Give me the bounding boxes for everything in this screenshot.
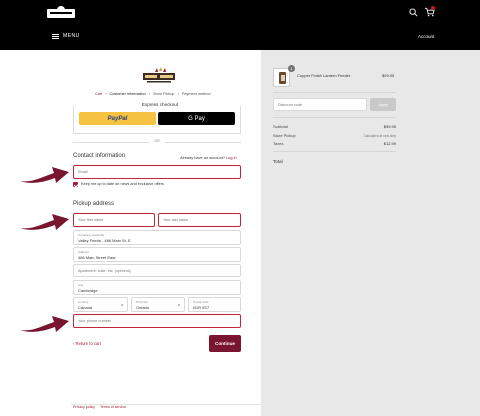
breadcrumb-payment-method: Payment method	[181, 92, 211, 96]
apartment-placeholder: Apartment, suite, etc. (optional)	[78, 268, 131, 273]
arrow-pointer-icon	[20, 316, 69, 332]
hamburger-icon	[52, 33, 59, 39]
province-value: Ontario	[136, 305, 150, 310]
apartment-field[interactable]: Apartment, suite, etc. (optional)	[73, 264, 241, 277]
pickup-address-title: Pickup address	[73, 201, 115, 207]
product-thumbnail	[273, 68, 290, 87]
menu-label: MENU	[63, 33, 80, 39]
arrow-pointer-icon	[20, 167, 69, 183]
subtotal-label: Subtotal	[273, 124, 288, 129]
company-value: Valley Feeds - 486 Main St. E	[78, 238, 131, 243]
product-quantity-badge: 1	[288, 65, 295, 72]
divider	[273, 151, 396, 152]
chevron-down-icon: ▾	[120, 302, 123, 307]
breadcrumb-separator: ›	[177, 92, 179, 96]
postal-code-value: N1R 5S7	[193, 305, 210, 310]
total-label: Total	[273, 159, 283, 164]
taxes-value: $12.99	[383, 141, 396, 146]
contact-information-title: Contact information	[73, 153, 126, 159]
postal-code-label: Postal code	[193, 300, 209, 304]
discount-code-field[interactable]: Discount code	[273, 98, 367, 111]
email-field[interactable]: Email	[73, 165, 241, 179]
address-field[interactable]: Address 486 Main Street East	[73, 247, 241, 262]
taxes-label: Taxes	[273, 141, 284, 146]
first-name-field[interactable]: Your first name	[73, 213, 155, 227]
last-name-placeholder: Your last name	[163, 218, 189, 222]
last-name-field[interactable]: Your last name	[158, 213, 241, 227]
arrow-pointer-icon	[20, 214, 69, 230]
phone-field[interactable]: Your phone number	[73, 314, 241, 328]
store-pickup-value: Calculated at next step	[363, 134, 396, 138]
continue-button[interactable]: Continue	[209, 335, 241, 352]
cart-count-badge	[431, 6, 435, 10]
search-icon[interactable]	[409, 8, 418, 17]
breadcrumb: Cart › Customer information › Store Pick…	[95, 92, 211, 96]
address-label: Address	[78, 250, 90, 254]
phone-placeholder: Your phone number	[78, 319, 112, 323]
terms-of-service-link[interactable]: Terms of service	[100, 405, 126, 409]
product-name: Copper Finish Lantern Feeder	[297, 73, 351, 78]
first-name-placeholder: Your first name	[78, 218, 104, 222]
menu-button[interactable]: MENU	[52, 33, 80, 39]
company-field[interactable]: Company (optional) Valley Feeds - 486 Ma…	[73, 230, 241, 245]
newsletter-label: Keep me up to date on news and exclusive…	[81, 182, 164, 186]
breadcrumb-cart[interactable]: Cart	[95, 92, 102, 96]
city-value: Cambridge	[78, 288, 98, 293]
paypal-button[interactable]: PayPal	[79, 112, 156, 125]
country-label: Country	[78, 300, 89, 304]
company-label: Company (optional)	[78, 233, 105, 237]
province-label: Province	[136, 300, 148, 304]
breadcrumb-separator: ›	[148, 92, 151, 96]
store-pickup-label: Store Pickup	[273, 133, 296, 138]
divider	[273, 117, 396, 118]
newsletter-checkbox[interactable]	[73, 182, 78, 187]
signin-prompt: Already have an account? Log in	[180, 155, 237, 160]
breadcrumb-store-pickup: Store Pickup	[153, 92, 175, 96]
city-label: City	[78, 283, 84, 287]
country-select[interactable]: Country Canada ▾	[73, 297, 128, 312]
address-value: 486 Main Street East	[78, 255, 116, 260]
brand-logo	[143, 67, 175, 83]
login-link[interactable]: Log in	[226, 155, 237, 160]
product-price: $99.95	[382, 73, 395, 78]
account-link[interactable]: Account	[418, 34, 434, 39]
store-logo[interactable]	[47, 6, 75, 18]
city-field[interactable]: City Cambridge	[73, 280, 241, 295]
country-value: Canada	[78, 305, 93, 310]
breadcrumb-customer-information: Customer information	[109, 92, 146, 96]
province-select[interactable]: Province Ontario ▾	[131, 297, 185, 312]
express-checkout-title: Express checkout	[141, 102, 179, 107]
postal-code-field[interactable]: Postal code N1R 5S7	[188, 297, 241, 312]
google-pay-button[interactable]: G Pay	[158, 112, 235, 125]
signin-prompt-text: Already have an account?	[180, 155, 225, 160]
subtotal-value: $99.95	[383, 124, 396, 129]
lantern-feeder-image	[279, 72, 286, 84]
breadcrumb-separator: ›	[105, 92, 107, 96]
or-divider-label: OR	[154, 139, 160, 143]
divider	[273, 92, 396, 93]
top-navigation-bar: MENU Account	[0, 0, 480, 50]
apply-discount-button[interactable]: Apply	[370, 98, 396, 111]
chevron-down-icon: ▾	[177, 302, 180, 307]
footer-links: Privacy policy Terms of service	[73, 405, 126, 409]
return-to-cart-link[interactable]: ‹ Return to cart	[73, 341, 101, 346]
discount-code-placeholder: Discount code	[278, 102, 303, 107]
privacy-policy-link[interactable]: Privacy policy	[73, 405, 95, 409]
email-placeholder: Email	[78, 170, 88, 174]
